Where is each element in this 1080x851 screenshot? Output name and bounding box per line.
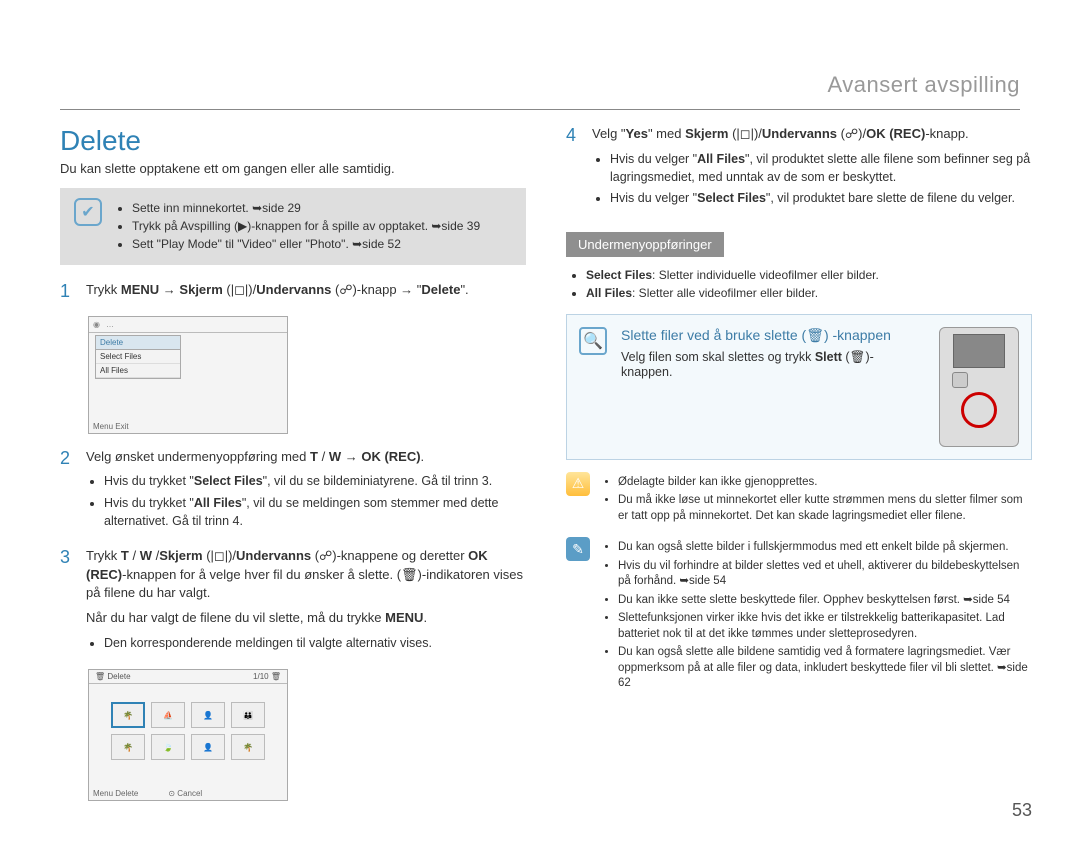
bullet: Hvis du velger "Select Files", vil produ…	[610, 189, 1032, 207]
step-4: 4 Velg "Yes" med Skjerm (|◻|)/Undervanns…	[566, 125, 1032, 210]
check-icon: ✔	[74, 198, 102, 226]
prereq-item: Trykk på Avspilling (▶)-knappen for å sp…	[132, 218, 480, 234]
submenu-heading: Undermenyoppføringer	[566, 232, 724, 257]
t: Trykk	[86, 282, 121, 297]
info-notes: ✎ Du kan også slette bilder i fullskjerm…	[566, 537, 1032, 695]
intro-text: Du kan slette opptakene ett om gangen el…	[60, 161, 526, 176]
device-screen	[953, 334, 1005, 368]
warn-item: Du må ikke løse ut minnekortet eller kut…	[618, 493, 1032, 524]
thumbnail: 👤	[191, 702, 225, 728]
step-number: 3	[60, 547, 76, 656]
header-rule	[60, 109, 1020, 110]
thumbnail-grid: 🌴 ⛵ 👤 👪 🌴 🍃 👤 🌴	[97, 688, 279, 774]
prereq-item: Sette inn minnekortet. ➥side 29	[132, 200, 480, 216]
ss-topbar: ◉ …	[89, 317, 287, 333]
step-3: 3 Trykk T / W /Skjerm (|◻|)/Undervanns (…	[60, 547, 526, 656]
ss-dropdown: Delete Select Files All Files	[95, 335, 181, 379]
more-icon: …	[106, 320, 114, 329]
warn-item: Ødelagte bilder kan ikke gjenopprettes.	[618, 475, 1032, 491]
ss2-counter: 1/10 🗑	[253, 672, 281, 681]
ss-menu-item: Select Files	[96, 350, 180, 364]
bullet: Hvis du trykket "All Files", vil du se m…	[104, 494, 526, 530]
t: →	[159, 282, 179, 297]
step-body: Trykk T / W /Skjerm (|◻|)/Undervanns (☍)…	[86, 547, 526, 656]
step-text: Trykk T / W /Skjerm (|◻|)/Undervanns (☍)…	[86, 548, 523, 601]
ss-footer: Menu Exit	[93, 422, 129, 431]
info-item: Du kan ikke sette slette beskyttede file…	[618, 593, 1032, 609]
thumbnail: 👤	[191, 734, 225, 760]
thumbnail: 🍃	[151, 734, 185, 760]
step-body: Velg "Yes" med Skjerm (|◻|)/Undervanns (…	[592, 125, 1032, 210]
t: (☍)-knapp → "	[331, 282, 421, 297]
submenu-item: All Files: Sletter alle videofilmer elle…	[586, 285, 1032, 301]
two-column-layout: Delete Du kan slette opptakene ett om ga…	[60, 125, 1032, 811]
right-column: 4 Velg "Yes" med Skjerm (|◻|)/Undervanns…	[566, 125, 1032, 811]
ss-menu-header: Delete	[96, 336, 180, 350]
ss2-footer-left: Menu Delete	[93, 789, 138, 798]
info-icon: ✎	[566, 537, 590, 561]
ss2-title: 🗑 Delete	[95, 672, 131, 681]
info-item: Slettefunksjonen virker ikke hvis det ik…	[618, 611, 1032, 642]
thumbnail: 🌴	[111, 734, 145, 760]
manual-page: Avansert avspilling Delete Du kan slette…	[0, 0, 1080, 851]
prerequisites-box: ✔ Sette inn minnekortet. ➥side 29 Trykk …	[60, 188, 526, 265]
thumbnail: 🌴	[111, 702, 145, 728]
thumbnail: 🌴	[231, 734, 265, 760]
step-text-2: Når du har valgt de filene du vil slette…	[86, 609, 526, 628]
t: ".	[460, 282, 468, 297]
tip-box: 🔍 Slette filer ved å bruke slette (🗑) -k…	[566, 314, 1032, 460]
page-title: Delete	[60, 125, 526, 157]
kw-delete: Delete	[421, 282, 460, 297]
magnifier-icon: 🔍	[579, 327, 607, 355]
kw-undervanns: Undervanns	[256, 282, 331, 297]
bullet: Den korresponderende meldingen til valgt…	[104, 634, 526, 652]
t: (|◻|)/	[223, 282, 256, 297]
ss-menu-item: All Files	[96, 364, 180, 378]
tip-body: Velg filen som skal slettes og trykk Sle…	[621, 350, 925, 379]
step-body: Trykk MENU → Skjerm (|◻|)/Undervanns (☍)…	[86, 281, 526, 302]
step-number: 4	[566, 125, 582, 210]
bullet: Hvis du velger "All Files", vil produkte…	[610, 150, 1032, 186]
section-title: Avansert avspilling	[827, 72, 1020, 98]
warning-icon: ⚠	[566, 472, 590, 496]
ui-screenshot-thumbnails: 🗑 Delete 1/10 🗑 🌴 ⛵ 👤 👪 🌴 🍃 👤 🌴 Menu Del…	[88, 669, 288, 801]
submenu-item: Select Files: Sletter individuelle video…	[586, 267, 1032, 283]
ss2-footer-right: ⊙ Cancel	[168, 789, 202, 798]
warning-notes: ⚠ Ødelagte bilder kan ikke gjenopprettes…	[566, 472, 1032, 528]
thumbnail: 👪	[231, 702, 265, 728]
submenu-list: Select Files: Sletter individuelle video…	[566, 267, 1032, 301]
step-number: 1	[60, 281, 76, 302]
info-item: Du kan også slette alle bildene samtidig…	[618, 645, 1032, 692]
kw-skjerm: Skjerm	[179, 282, 222, 297]
page-number: 53	[1012, 800, 1032, 821]
step-body: Velg ønsket undermenyoppføring med T / W…	[86, 448, 526, 533]
step-text: Velg ønsket undermenyoppføring med T / W…	[86, 449, 424, 464]
t: Delete	[107, 672, 130, 681]
device-illustration	[939, 327, 1019, 447]
ui-screenshot-menu: ◉ … Delete Select Files All Files Menu E…	[88, 316, 288, 434]
device-lens	[961, 392, 997, 428]
bullet: Hvis du trykket "Select Files", vil du s…	[104, 472, 526, 490]
ss2-footer: Menu Delete ⊙ Cancel	[93, 789, 202, 798]
step-number: 2	[60, 448, 76, 533]
prerequisites-list: Sette inn minnekortet. ➥side 29 Trykk på…	[116, 198, 480, 255]
step-1: 1 Trykk MENU → Skjerm (|◻|)/Undervanns (…	[60, 281, 526, 302]
thumbnail: ⛵	[151, 702, 185, 728]
rec-icon: ◉	[93, 320, 100, 329]
prereq-item: Sett "Play Mode" til "Video" eller "Phot…	[132, 236, 480, 252]
left-column: Delete Du kan slette opptakene ett om ga…	[60, 125, 526, 811]
tip-text: Slette filer ved å bruke slette (🗑) -kna…	[621, 327, 925, 379]
device-button	[952, 372, 968, 388]
kw-menu: MENU	[121, 282, 159, 297]
info-item: Du kan også slette bilder i fullskjermmo…	[618, 540, 1032, 556]
step-2: 2 Velg ønsket undermenyoppføring med T /…	[60, 448, 526, 533]
step-text: Velg "Yes" med Skjerm (|◻|)/Undervanns (…	[592, 126, 969, 141]
ss2-header: 🗑 Delete 1/10 🗑	[89, 670, 287, 684]
tip-title: Slette filer ved å bruke slette (🗑) -kna…	[621, 327, 925, 344]
info-item: Hvis du vil forhindre at bilder slettes …	[618, 559, 1032, 590]
